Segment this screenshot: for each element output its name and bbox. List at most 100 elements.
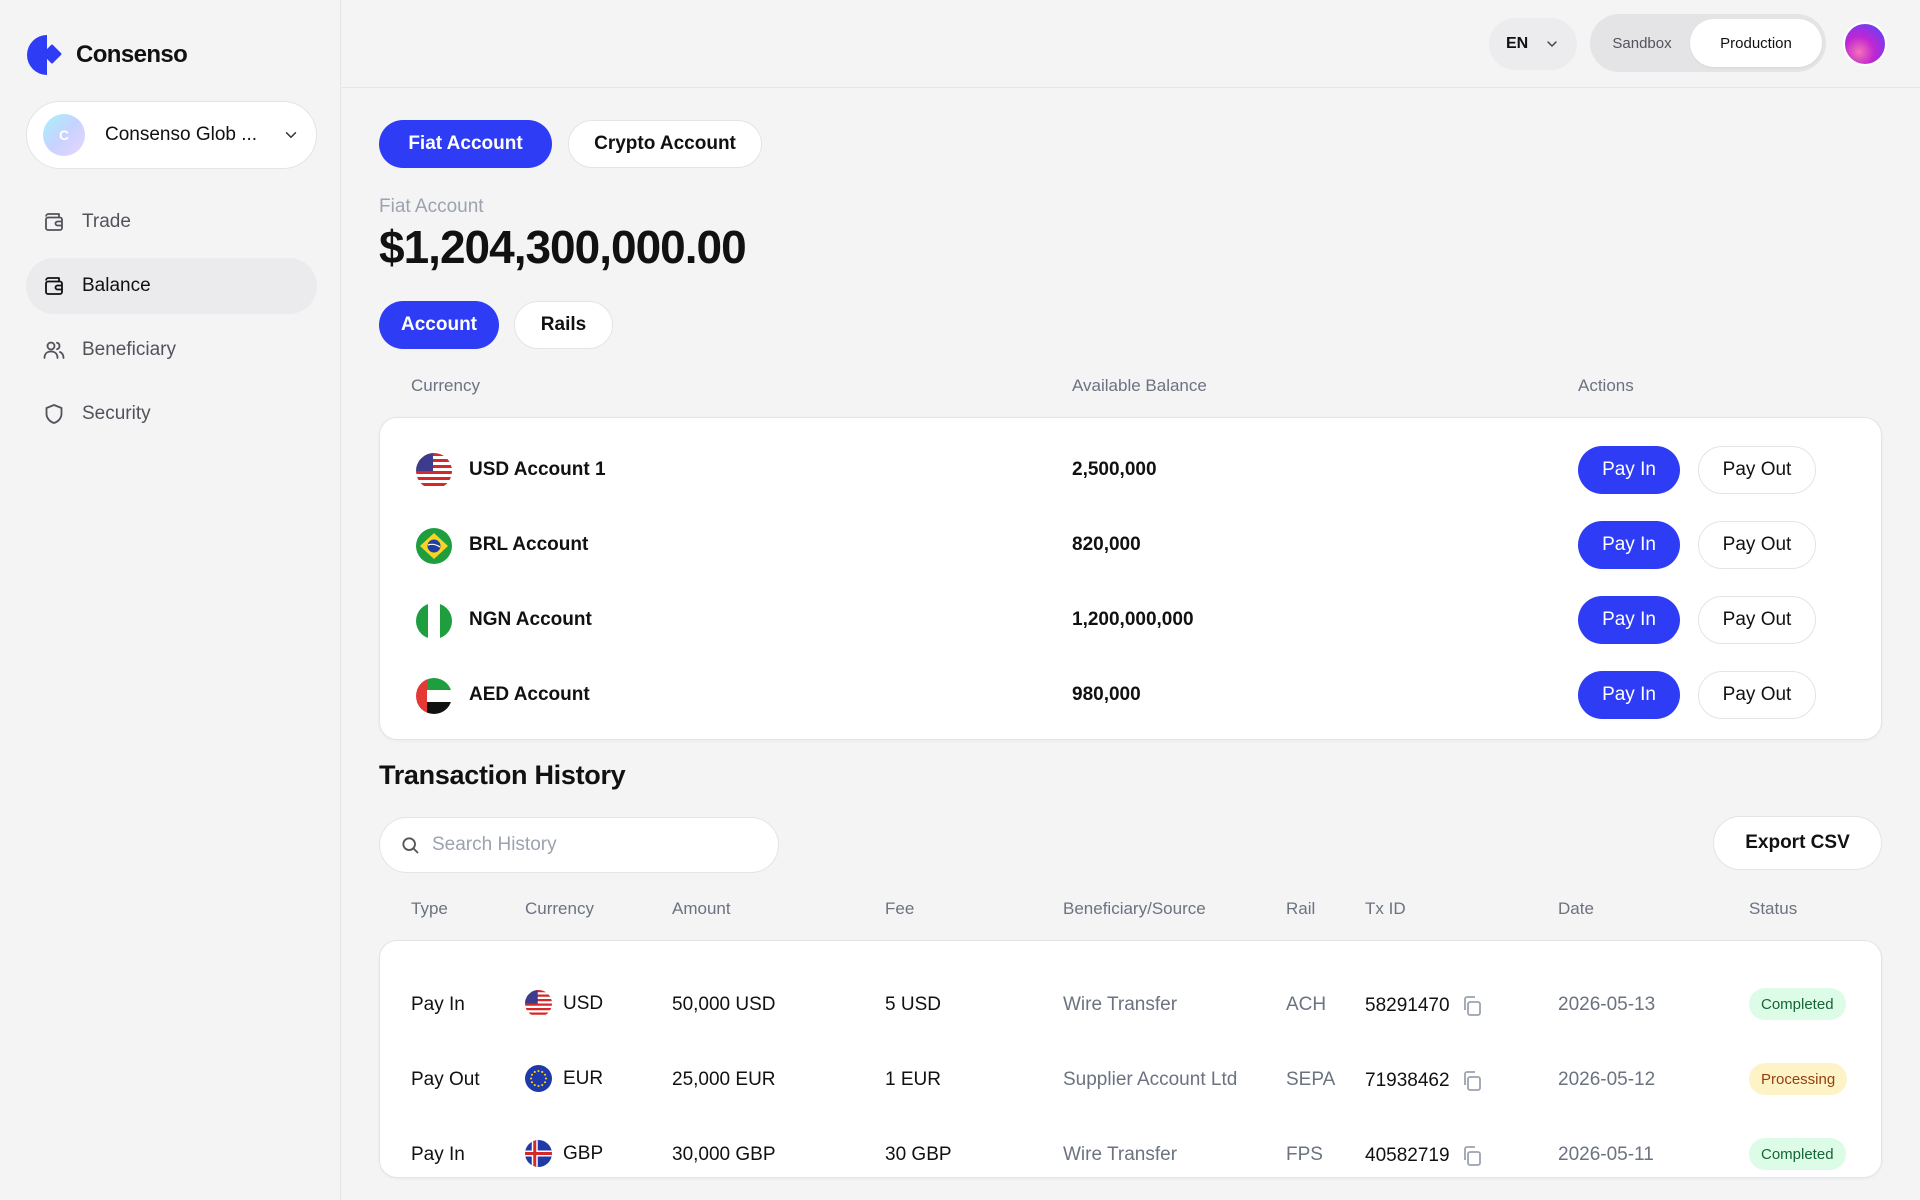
- tab-account[interactable]: Account: [379, 301, 499, 349]
- status-badge: Completed: [1749, 1138, 1846, 1170]
- search-input[interactable]: [432, 834, 732, 856]
- tx-date: 2026-05-13: [1558, 994, 1656, 1015]
- column-header-amount: Amount: [672, 899, 731, 918]
- copy-icon[interactable]: [1460, 1069, 1484, 1093]
- account-name: BRL Account: [469, 534, 589, 555]
- account-name: NGN Account: [469, 609, 592, 630]
- ae-flag-icon: [416, 678, 452, 714]
- column-header-date: Date: [1558, 899, 1594, 918]
- organization-selector[interactable]: C Consenso Glob ...: [26, 101, 317, 169]
- br-flag-icon: [416, 528, 452, 564]
- tx-rail: FPS: [1286, 1144, 1323, 1165]
- copy-icon[interactable]: [1460, 994, 1484, 1018]
- tx-amount: 30,000 GBP: [672, 1144, 776, 1165]
- tx-amount: 25,000 EUR: [672, 1069, 776, 1090]
- chevron-down-icon: [1547, 41, 1557, 47]
- table-row[interactable]: Pay In GBP 30,000 GBP 30 GBP Wire Transf…: [380, 1134, 1881, 1174]
- eu-flag-icon: [525, 1065, 552, 1092]
- pay-out-button[interactable]: Pay Out: [1698, 671, 1816, 719]
- account-name: USD Account 1: [469, 459, 606, 480]
- pay-in-button[interactable]: Pay In: [1578, 596, 1680, 644]
- column-header-status: Status: [1749, 899, 1798, 918]
- tx-id: 40582719: [1365, 1144, 1484, 1168]
- account-row: USD Account 1 2,500,000 Pay In Pay Out: [380, 443, 1881, 499]
- tx-type: Pay In: [411, 1144, 465, 1165]
- search-box: [379, 817, 779, 873]
- account-balance: 980,000: [1072, 684, 1141, 705]
- column-header-rail: Rail: [1286, 899, 1316, 918]
- pay-out-button[interactable]: Pay Out: [1698, 446, 1816, 494]
- env-option-production[interactable]: Production: [1690, 19, 1822, 67]
- sidebar: Consenso C Consenso Glob ... Trade Balan…: [0, 0, 341, 1200]
- tx-currency-code: EUR: [563, 1067, 604, 1089]
- tx-id: 71938462: [1365, 1069, 1484, 1093]
- consenso-logo-icon: [25, 33, 69, 77]
- sidebar-item-label: Trade: [82, 211, 131, 232]
- tx-fee: 30 GBP: [885, 1144, 952, 1165]
- account-balance: 2,500,000: [1072, 459, 1157, 480]
- status-badge: Completed: [1749, 988, 1846, 1020]
- tx-beneficiary: Supplier Account Ltd: [1063, 1069, 1238, 1090]
- tx-beneficiary: Wire Transfer: [1063, 994, 1178, 1015]
- us-flag-icon: [416, 453, 452, 489]
- pay-out-button[interactable]: Pay Out: [1698, 596, 1816, 644]
- sidebar-item-trade[interactable]: Trade: [26, 194, 317, 250]
- section-title: Transaction History: [379, 760, 626, 790]
- export-csv-button[interactable]: Export CSV: [1713, 816, 1882, 870]
- user-avatar[interactable]: [1843, 22, 1887, 66]
- ng-flag-icon: [416, 603, 452, 639]
- column-header-balance: Available Balance: [1072, 376, 1207, 395]
- tab-fiat-account[interactable]: Fiat Account: [379, 120, 552, 168]
- tx-id-value: 58291470: [1365, 995, 1450, 1016]
- tx-currency-code: USD: [563, 992, 604, 1014]
- tx-amount: 50,000 USD: [672, 994, 776, 1015]
- account-row: AED Account 980,000 Pay In Pay Out: [380, 668, 1881, 724]
- sidebar-item-security[interactable]: Security: [26, 386, 317, 442]
- is-flag-icon: [525, 1140, 552, 1167]
- account-name: AED Account: [469, 684, 590, 705]
- pay-in-button[interactable]: Pay In: [1578, 521, 1680, 569]
- tx-rail: ACH: [1286, 994, 1327, 1015]
- tab-crypto-account[interactable]: Crypto Account: [568, 120, 762, 168]
- sidebar-item-beneficiary[interactable]: Beneficiary: [26, 322, 317, 378]
- tx-fee: 1 EUR: [885, 1069, 941, 1090]
- tab-rails[interactable]: Rails: [514, 301, 613, 349]
- tx-currency: GBP: [525, 1140, 603, 1167]
- status-badge: Processing: [1749, 1063, 1848, 1095]
- tx-date: 2026-05-12: [1558, 1069, 1656, 1090]
- copy-icon[interactable]: [1460, 1144, 1484, 1168]
- env-option-sandbox[interactable]: Sandbox: [1594, 19, 1690, 67]
- wallet-icon: [45, 213, 63, 231]
- pay-in-button[interactable]: Pay In: [1578, 671, 1680, 719]
- brand-name: Consenso: [76, 41, 188, 68]
- column-header-beneficiary: Beneficiary/Source: [1063, 899, 1206, 918]
- sidebar-item-balance[interactable]: Balance: [26, 258, 317, 314]
- transaction-table: Pay In USD 50,000 USD 5 USD Wire Transfe…: [379, 940, 1882, 1178]
- us-flag-icon: [525, 990, 552, 1017]
- sidebar-item-label: Balance: [82, 275, 151, 296]
- column-header-actions: Actions: [1578, 376, 1634, 395]
- accounts-table: USD Account 1 2,500,000 Pay In Pay Out B…: [379, 417, 1882, 740]
- tx-rail: SEPA: [1286, 1069, 1336, 1090]
- tx-date: 2026-05-11: [1558, 1144, 1654, 1165]
- language-selector[interactable]: EN: [1489, 18, 1577, 70]
- sidebar-item-label: Security: [82, 403, 151, 424]
- top-bar: EN Sandbox Production: [342, 0, 1920, 88]
- shield-icon: [45, 404, 63, 424]
- tx-beneficiary: Wire Transfer: [1063, 1144, 1178, 1165]
- column-header-currency: Currency: [411, 376, 480, 395]
- pay-in-button[interactable]: Pay In: [1578, 446, 1680, 494]
- tx-id: 58291470: [1365, 994, 1484, 1018]
- tx-type: Pay Out: [411, 1069, 480, 1090]
- table-row[interactable]: Pay In USD 50,000 USD 5 USD Wire Transfe…: [380, 984, 1881, 1024]
- org-name: Consenso Glob ...: [105, 124, 258, 145]
- pay-out-button[interactable]: Pay Out: [1698, 521, 1816, 569]
- table-row[interactable]: Pay Out EUR 25,000 EUR 1 EUR Supplier Ac…: [380, 1059, 1881, 1099]
- wallet-icon: [45, 277, 63, 295]
- account-row: NGN Account 1,200,000,000 Pay In Pay Out: [380, 593, 1881, 649]
- users-icon: [43, 341, 65, 359]
- sidebar-nav: Trade Balance Beneficiary Security: [26, 194, 317, 450]
- language-label: EN: [1506, 35, 1529, 52]
- account-balance: 820,000: [1072, 534, 1141, 555]
- brand-logo[interactable]: Consenso: [25, 33, 188, 77]
